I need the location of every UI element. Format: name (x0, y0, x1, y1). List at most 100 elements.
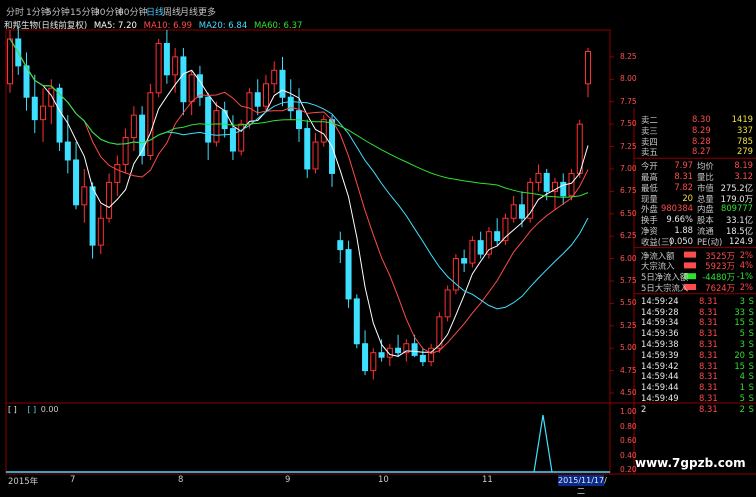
ma5-label: MA5: 7.20 (93, 21, 137, 31)
candle-body (543, 172, 550, 192)
ask-row: 卖四 8.28 785 (637, 136, 755, 147)
candle-body (461, 258, 468, 264)
candle-body (97, 217, 104, 246)
quote-row: 最低 7.82 市值 275.2亿 (637, 181, 755, 193)
ma60-label: MA60: 6.37 (253, 21, 303, 31)
ma5-line (9, 38, 589, 357)
quote-value: 809777 (721, 203, 753, 214)
quote-row: 换手 9.66% 股本 33.1亿 (637, 214, 755, 225)
tick-price: 8.31 (699, 339, 718, 349)
indicator-label-2[interactable]: [ ] (27, 405, 36, 414)
candle-body (40, 105, 47, 121)
quote-value: 0.050 (669, 235, 693, 246)
tick-volume: 5 (739, 328, 745, 339)
quote-row: 最高 8.31 量比 3.12 (637, 171, 755, 182)
sub-axis-label: 1.00 (620, 407, 637, 416)
tab-2[interactable]: 5分钟 (46, 5, 70, 18)
candle-body (518, 204, 525, 219)
candle-body (345, 249, 352, 300)
candle-body (585, 51, 591, 85)
cursor-date: 2015/11/17/二 (558, 475, 607, 496)
ask-row: 卖五 8.27 279 (637, 146, 755, 157)
candle-body (469, 240, 476, 264)
candle-body (419, 354, 426, 363)
ask-row: 卖三 8.29 337 (637, 124, 755, 136)
tab-9[interactable]: 更多 (198, 5, 216, 18)
tick-row: 14:59:38 8.31 3 S (637, 339, 755, 349)
price-axis-label: 8.25 (620, 51, 637, 61)
tick-volume: 5 (739, 393, 745, 403)
tick-time: 14:59:44 (641, 382, 679, 393)
sub-axis-label: 0.80 (620, 421, 637, 431)
quote-value: 980384 (661, 203, 693, 214)
candle-body (568, 172, 575, 197)
date-label: 2015年 (8, 477, 39, 487)
candle-body (213, 110, 220, 143)
quote-value: 7.82 (674, 181, 693, 192)
flow-label: 5日大宗流入 (641, 283, 689, 293)
candle-body (205, 96, 212, 143)
candle-body (485, 231, 492, 255)
tick-row: 14:59:44 8.31 4 S (637, 371, 755, 381)
candle-body (147, 92, 154, 156)
tick-side: S (748, 339, 754, 349)
quote-value: 1.88 (674, 225, 693, 235)
candle-body (106, 181, 113, 219)
candle-body (304, 128, 311, 170)
price-axis-label: 8.00 (620, 74, 637, 84)
date-label: 9 (285, 475, 291, 485)
tick-price: 8.31 (699, 349, 718, 360)
candle-body (31, 96, 38, 121)
tick-volume: 3 (739, 295, 745, 306)
tick-volume: 33 (734, 306, 745, 317)
date-label: 10 (378, 475, 389, 485)
tick-price: 8.31 (699, 295, 718, 306)
candle-body (7, 38, 13, 85)
quote-row: 外盘 980384 内盘 809777 (637, 203, 755, 214)
quote-value: 124.9 (729, 235, 753, 246)
tick-time: 14:59:36 (641, 328, 679, 339)
price-axis-label: 4.75 (620, 365, 637, 375)
quote-row: 收益(三) 0.050 PE(动) 124.9 (637, 235, 755, 247)
candle-body (254, 92, 261, 107)
candle-body (229, 128, 236, 152)
quote-row: 今开 7.97 均价 8.19 (637, 160, 755, 171)
flow-percent: 2% (739, 249, 753, 260)
candle-body (395, 347, 402, 354)
date-label: 7 (70, 475, 76, 485)
tick-price: 8.31 (699, 328, 718, 339)
quote-value: 3.12 (734, 171, 753, 181)
ask-volume: 337 (737, 124, 753, 135)
tick-row: 14:59:42 8.31 15 S (637, 361, 755, 371)
tab-5[interactable]: 60分钟 (118, 5, 147, 18)
tick-side: S (748, 371, 754, 382)
tick-side: S (748, 349, 754, 360)
tick-side: S (748, 393, 754, 403)
flow-row: 大宗流入 5923万 4% (637, 260, 755, 271)
indicator-value: 0.00 (40, 405, 59, 414)
candle-body (238, 123, 245, 152)
tick-time: 14:59:49 (641, 393, 679, 403)
tab-0[interactable]: 分时 (6, 5, 24, 18)
tick-row: 14:59:44 8.31 1 S (637, 382, 755, 392)
ask-volume: 279 (737, 146, 753, 157)
tab-6[interactable]: 日线 (146, 5, 164, 18)
indicator-label-1[interactable]: [ ] (8, 405, 17, 414)
price-axis-label: 7.00 (620, 163, 637, 173)
flow-row: 5日净流入额 -4480万 -1% (637, 271, 755, 282)
tick-volume: 20 (734, 349, 745, 360)
candle-body (122, 137, 129, 165)
sub-axis-label: 0.60 (620, 436, 637, 445)
ask-volume: 1419 (731, 114, 753, 124)
date-label: 11 (482, 475, 493, 485)
candle-body (73, 159, 80, 206)
candle-body (172, 56, 179, 76)
tab-7[interactable]: 周线 (163, 5, 181, 18)
candle-body (188, 74, 195, 103)
candle-body (320, 119, 327, 143)
tick-side: S (748, 403, 754, 414)
tab-8[interactable]: 月线 (180, 5, 198, 18)
price-axis-label: 5.00 (620, 343, 637, 353)
candle-body (89, 186, 96, 246)
tick-time: 14:59:38 (641, 339, 679, 349)
